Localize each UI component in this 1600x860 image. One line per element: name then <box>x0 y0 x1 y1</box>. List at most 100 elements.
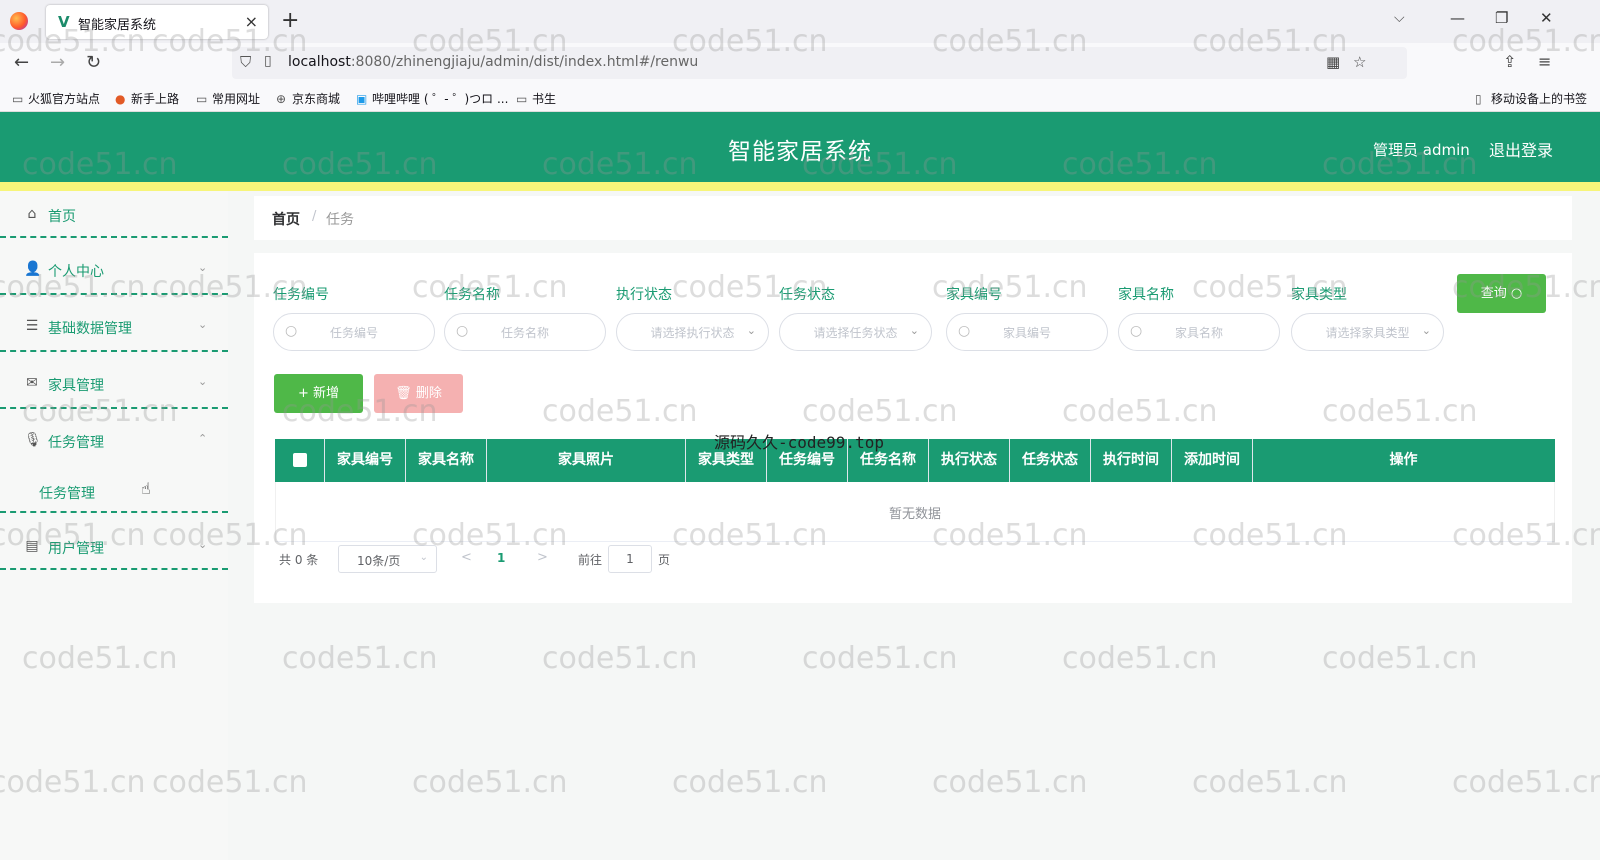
select-all-checkbox[interactable] <box>275 439 325 482</box>
qr-code-icon[interactable]: ▦ <box>1326 53 1340 71</box>
browser-tab-bar: V 智能家居系统 × + ⌵ — ❐ ✕ <box>0 0 1600 43</box>
sidebar-subitem-task-management[interactable]: 任务管理 <box>39 483 95 503</box>
sidebar-item-label: 个人中心 <box>48 264 104 280</box>
bookmark-item[interactable]: ▭ 书生 <box>516 90 556 107</box>
query-button-label: 查询 <box>1480 286 1507 301</box>
column-header[interactable]: 家具名称 <box>406 439 487 482</box>
chevron-up-icon: ⌃ <box>198 432 208 445</box>
exec-status-select[interactable]: 请选择执行状态 ⌄ <box>616 313 769 351</box>
sidebar-divider <box>0 236 228 238</box>
admin-label: 管理员 admin <box>1373 141 1470 159</box>
page-unit-label: 页 <box>658 553 671 567</box>
sidebar-item-personal-center[interactable]: 👤 个人中心 ⌄ <box>0 250 228 290</box>
goto-label: 前往 <box>578 553 603 567</box>
bookmark-star-icon[interactable]: ☆ <box>1353 53 1366 71</box>
delete-button[interactable]: 🗑 删除 <box>374 374 463 413</box>
source-watermark: 源码久久-code99.top <box>714 433 884 452</box>
url-text[interactable]: localhost:8080/zhinengjiaju/admin/dist/i… <box>288 54 698 70</box>
query-button[interactable]: 查询 ○ <box>1457 274 1546 313</box>
restore-icon[interactable]: ❐ <box>1495 9 1508 27</box>
column-header[interactable]: 添加时间 <box>1172 439 1253 482</box>
back-icon[interactable]: ← <box>14 52 29 73</box>
bookmark-item[interactable]: ▣ 哔哩哔哩 ( ゜- ゜)つロ ... <box>356 90 508 107</box>
watermark-text: code51.cn <box>932 765 1088 800</box>
next-page-button[interactable]: > <box>537 550 548 565</box>
sidebar-divider <box>0 293 228 295</box>
extensions-icon[interactable]: ⇪ <box>1503 52 1516 71</box>
page-size-value: 10条/页 <box>357 554 401 568</box>
sidebar-item-home[interactable]: ⌂ 首页 <box>0 195 228 235</box>
minimize-icon[interactable]: — <box>1450 9 1465 27</box>
sidebar-item-label: 基础数据管理 <box>48 321 132 337</box>
task-status-select[interactable]: 请选择任务状态 ⌄ <box>779 313 932 351</box>
new-tab-button[interactable]: + <box>281 8 299 33</box>
sidebar-item-task[interactable]: 🎙 任务管理 ⌃ <box>0 421 228 461</box>
watermark-text: code51.cn <box>1062 641 1218 676</box>
column-header[interactable]: 家具编号 <box>325 439 406 482</box>
furniture-no-input[interactable]: ○ 家具编号 <box>946 313 1108 351</box>
tab-title: 智能家居系统 <box>78 18 157 33</box>
task-no-input[interactable]: ○ 任务编号 <box>273 313 435 351</box>
forward-icon[interactable]: → <box>50 52 65 73</box>
chevron-down-icon: ⌄ <box>746 324 756 337</box>
user-icon: 👤 <box>24 261 42 277</box>
pagination-total: 共 0 条 <box>279 553 319 567</box>
sidebar-item-label: 任务管理 <box>48 435 104 451</box>
shield-icon[interactable]: ⛉ <box>240 53 251 71</box>
goto-page-input[interactable]: 1 <box>608 545 652 573</box>
column-header[interactable]: 执行时间 <box>1091 439 1172 482</box>
sidebar-item-label: 家具管理 <box>48 378 104 394</box>
filter-label-furniture-type: 家具类型 <box>1291 287 1347 303</box>
firefox-logo-icon <box>10 12 28 30</box>
empty-text: 暂无数据 <box>888 507 941 522</box>
column-header[interactable]: 执行状态 <box>929 439 1010 482</box>
add-button[interactable]: + 新增 <box>274 374 363 413</box>
page-info-icon[interactable]: ▯ <box>264 53 272 69</box>
column-header[interactable]: 任务状态 <box>1010 439 1091 482</box>
reload-icon[interactable]: ↻ <box>86 52 101 73</box>
prev-page-button[interactable]: < <box>461 550 472 565</box>
input-placeholder: 任务名称 <box>500 326 549 340</box>
select-placeholder: 请选择家具类型 <box>1325 326 1410 340</box>
menu-icon[interactable]: ≡ <box>1538 52 1551 71</box>
url-bar[interactable]: ⛉ ▯ localhost:8080/zhinengjiaju/admin/di… <box>232 47 1407 79</box>
page-size-select[interactable]: 10条/页 ⌄ <box>338 545 437 573</box>
content-card: 任务编号 任务名称 执行状态 任务状态 家具编号 家具名称 家具类型 ○ 任务编… <box>254 253 1572 603</box>
bookmark-item[interactable]: ▭ 火狐官方站点 <box>12 90 100 107</box>
bookmarks-bar: ▭ 火狐官方站点 ● 新手上路 ▭ 常用网址 ⊕ 京东商城 ▣ 哔哩哔哩 ( ゜- ゜)つ… <box>0 84 1600 112</box>
card-icon: ▤ <box>25 538 39 554</box>
sidebar-item-furniture[interactable]: ✉ 家具管理 ⌄ <box>0 364 228 404</box>
breadcrumb-home[interactable]: 首页 <box>272 209 300 229</box>
breadcrumb-current: 任务 <box>326 212 354 228</box>
task-name-input[interactable]: ○ 任务名称 <box>444 313 606 351</box>
sidebar: ⌂ 首页 👤 个人中心 ⌄ ☰ 基础数据管理 ⌄ ✉ 家具管理 ⌄ 🎙 任务管理… <box>0 191 228 860</box>
page-number[interactable]: 1 <box>497 551 505 565</box>
sidebar-item-base-data[interactable]: ☰ 基础数据管理 ⌄ <box>0 307 228 347</box>
logout-link[interactable]: 退出登录 <box>1489 137 1553 161</box>
chevron-down-icon: ⌄ <box>198 261 208 274</box>
tab-list-chevron-icon[interactable]: ⌵ <box>1394 10 1405 26</box>
app-title: 智能家居系统 <box>728 139 872 165</box>
bookmark-item[interactable]: ⊕ 京东商城 <box>276 90 340 107</box>
vue-favicon-icon: V <box>58 13 70 31</box>
mic-icon: 🎙 <box>24 432 42 448</box>
mobile-bookmarks[interactable]: ▯ 移动设备上的书签 <box>1475 90 1587 107</box>
checkbox-box <box>293 453 307 467</box>
table-body: 暂无数据 <box>275 482 1555 542</box>
input-placeholder: 家具名称 <box>1174 326 1223 340</box>
bookmark-item[interactable]: ▭ 常用网址 <box>196 90 260 107</box>
watermark-text: code51.cn <box>672 765 828 800</box>
sidebar-item-users[interactable]: ▤ 用户管理 ⌄ <box>0 527 228 567</box>
watermark-text: code51.cn <box>542 641 698 676</box>
filter-label-task-no: 任务编号 <box>273 287 329 303</box>
furniture-type-select[interactable]: 请选择家具类型 ⌄ <box>1291 313 1444 351</box>
window-close-icon[interactable]: ✕ <box>1540 9 1553 27</box>
column-header[interactable]: 家具照片 <box>487 439 686 482</box>
tab-close-icon[interactable]: × <box>245 12 258 31</box>
breadcrumb-separator: / <box>312 209 317 224</box>
chevron-down-icon: ⌄ <box>198 538 208 551</box>
furniture-name-input[interactable]: ○ 家具名称 <box>1118 313 1280 351</box>
browser-tab[interactable]: V 智能家居系统 × <box>46 5 268 39</box>
bookmark-item[interactable]: ● 新手上路 <box>115 90 179 107</box>
table-header: 家具编号 家具名称 家具照片 家具类型 任务编号 任务名称 执行状态 任务状态 … <box>275 439 1555 482</box>
